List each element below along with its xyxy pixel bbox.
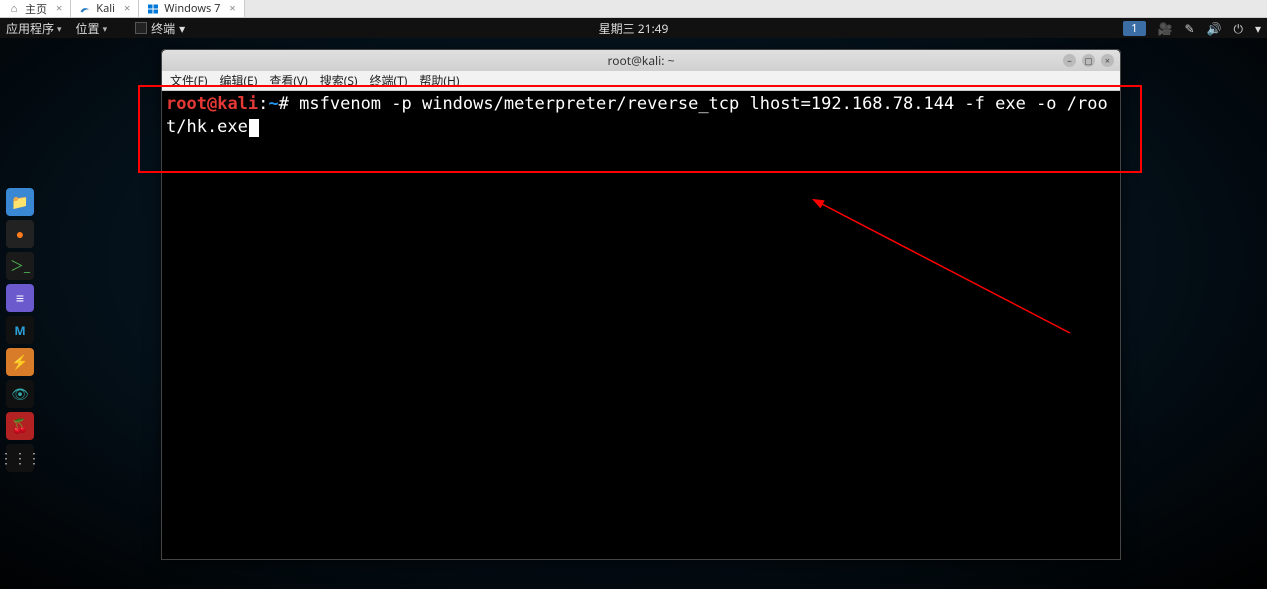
- firefox-icon: ●: [16, 225, 24, 244]
- active-app-indicator[interactable]: 终端 ▾: [135, 20, 185, 37]
- dock-item-firefox[interactable]: ●: [6, 220, 34, 248]
- home-icon: ⌂: [8, 3, 20, 15]
- browser-tab-home[interactable]: ⌂ 主页 ×: [0, 0, 71, 17]
- places-label: 位置: [76, 20, 100, 37]
- command-text: msfvenom -p windows/meterpreter/reverse_…: [166, 94, 1108, 137]
- browser-tab-kali[interactable]: Kali ×: [71, 0, 139, 17]
- prompt-user: root: [166, 94, 207, 114]
- dock-item-editor[interactable]: ≡: [6, 284, 34, 312]
- clock[interactable]: 星期三 21:49: [599, 20, 669, 37]
- dock-item-zenmap[interactable]: ⚡: [6, 348, 34, 376]
- power-icon[interactable]: ⏻: [1233, 20, 1243, 37]
- datetime-label: 星期三 21:49: [599, 20, 669, 37]
- grid-icon: ⋮⋮⋮: [0, 449, 41, 468]
- prompt-at: @: [207, 94, 217, 114]
- dock-item-cherry[interactable]: 🍒: [6, 412, 34, 440]
- browser-tab-label: Kali: [96, 1, 115, 16]
- menu-view[interactable]: 查看(V): [269, 72, 307, 89]
- prompt-path: ~: [268, 94, 278, 114]
- workspace-badge[interactable]: 1: [1123, 21, 1145, 36]
- terminal-menubar: 文件(F) 编辑(E) 查看(V) 搜索(S) 终端(T) 帮助(H): [162, 71, 1120, 91]
- chevron-down-icon: ▾: [57, 22, 62, 35]
- maximize-button[interactable]: ▢: [1082, 54, 1095, 67]
- gnome-top-bar: 应用程序 ▾ 位置 ▾ 终端 ▾ 星期三 21:49 1 🎥 ✎ 🔊 ⏻ ▾: [0, 18, 1267, 38]
- browser-tab-label: Windows 7: [164, 1, 220, 16]
- dock-item-show[interactable]: 👁: [6, 380, 34, 408]
- prompt-sep: :: [258, 94, 268, 114]
- prompt-hash: #: [279, 94, 289, 114]
- close-icon[interactable]: ×: [56, 1, 62, 16]
- terminal-body[interactable]: root@kali:~# msfvenom -p windows/meterpr…: [162, 91, 1120, 559]
- zenmap-icon: ⚡: [11, 353, 28, 372]
- editor-icon: ≡: [16, 289, 24, 308]
- volume-icon[interactable]: 🔊: [1207, 20, 1222, 37]
- cherry-icon: 🍒: [11, 417, 28, 436]
- close-icon[interactable]: ×: [124, 1, 130, 16]
- applications-menu[interactable]: 应用程序 ▾: [6, 20, 62, 37]
- active-app-label: 终端: [151, 20, 175, 37]
- text-cursor: [249, 119, 259, 137]
- dock-item-metasploit[interactable]: M: [6, 316, 34, 344]
- menu-terminal[interactable]: 终端(T): [370, 72, 408, 89]
- close-icon[interactable]: ×: [229, 1, 235, 16]
- menu-file[interactable]: 文件(F): [170, 72, 207, 89]
- status-area: 1 🎥 ✎ 🔊 ⏻ ▾: [1123, 20, 1261, 37]
- places-menu[interactable]: 位置 ▾: [76, 20, 108, 37]
- close-button[interactable]: ×: [1101, 54, 1114, 67]
- terminal-window: root@kali: ~ – ▢ × 文件(F) 编辑(E) 查看(V) 搜索(…: [161, 49, 1121, 560]
- applications-label: 应用程序: [6, 20, 54, 37]
- accessibility-icon[interactable]: ✎: [1184, 20, 1194, 37]
- menu-help[interactable]: 帮助(H): [419, 72, 459, 89]
- desktop: 📁 ● ＞_ ≡ M ⚡ 👁 🍒 ⋮⋮⋮ root@kali: ~: [0, 38, 1267, 589]
- record-icon[interactable]: 🎥: [1158, 20, 1173, 37]
- window-title: root@kali: ~: [608, 52, 675, 69]
- dock-item-terminal[interactable]: ＞_: [6, 252, 34, 280]
- dock: 📁 ● ＞_ ≡ M ⚡ 👁 🍒 ⋮⋮⋮: [6, 188, 36, 472]
- eye-icon: 👁: [11, 385, 29, 404]
- dock-item-all-apps[interactable]: ⋮⋮⋮: [6, 444, 34, 472]
- kali-icon: [79, 3, 91, 15]
- chevron-down-icon: ▾: [1255, 20, 1261, 37]
- terminal-icon: ＞_: [10, 256, 30, 276]
- chevron-down-icon: ▾: [103, 22, 108, 35]
- menu-search[interactable]: 搜索(S): [320, 72, 358, 89]
- dock-item-files[interactable]: 📁: [6, 188, 34, 216]
- prompt-host: kali: [217, 94, 258, 114]
- terminal-titlebar[interactable]: root@kali: ~ – ▢ ×: [162, 50, 1120, 71]
- windows-icon: [147, 3, 159, 15]
- window-controls: – ▢ ×: [1063, 54, 1120, 67]
- outer-browser-tab-strip: ⌂ 主页 × Kali × Windows 7 ×: [0, 0, 1267, 18]
- browser-tab-label: 主页: [25, 1, 47, 17]
- files-icon: 📁: [11, 193, 28, 212]
- chevron-down-icon: ▾: [179, 20, 185, 37]
- browser-tab-windows7[interactable]: Windows 7 ×: [139, 0, 244, 17]
- menu-edit[interactable]: 编辑(E): [219, 72, 257, 89]
- terminal-icon: [135, 22, 147, 34]
- metasploit-icon: M: [14, 322, 25, 339]
- minimize-button[interactable]: –: [1063, 54, 1076, 67]
